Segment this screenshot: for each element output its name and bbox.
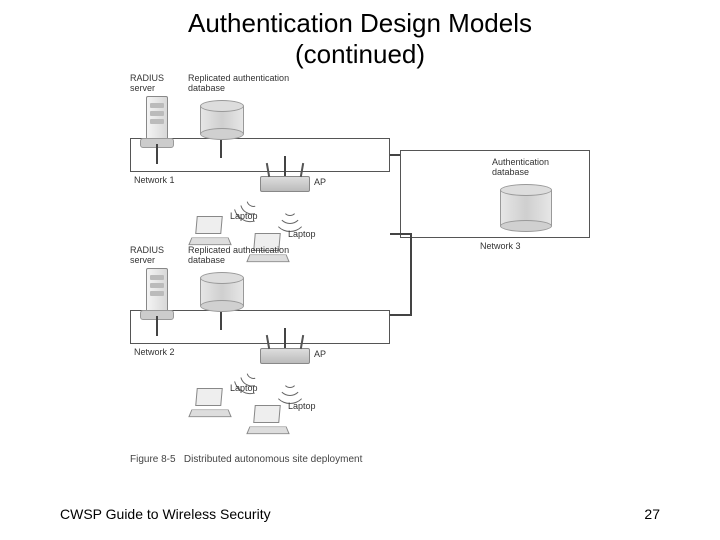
ap-1-label: AP [314,178,326,188]
auth-db-label: Authenticationdatabase [492,158,549,178]
connector-line [156,144,158,164]
connector-line [410,233,412,316]
connector-line [156,316,158,336]
connector-line [220,140,222,158]
replicated-db-1-icon [200,100,244,140]
laptop-2b-icon [248,405,288,435]
connector-line [390,154,400,156]
radius-server-2-label: RADIUSserver [130,246,164,266]
figure-caption-text: Distributed autonomous site deployment [184,454,362,465]
slide-title: Authentication Design Models (continued) [0,0,720,70]
laptop-1b-label: Laptop [288,230,316,240]
connector-line [220,312,222,330]
footer-source: CWSP Guide to Wireless Security [60,506,271,522]
figure-caption: Figure 8-5 Distributed autonomous site d… [130,454,362,465]
replicated-db-2-label: Replicated authenticationdatabase [188,246,289,266]
auth-db-icon [500,184,552,232]
title-line-2: (continued) [295,39,425,69]
laptop-2b-label: Laptop [288,402,316,412]
replicated-db-2-icon [200,272,244,312]
ap-2-icon [260,348,310,364]
network-3-label: Network 3 [480,242,521,252]
radius-server-2-icon [146,268,168,316]
figure-diagram: Network 1 RADIUSserver Replicated authen… [130,78,600,488]
title-line-1: Authentication Design Models [188,8,532,38]
figure-caption-prefix: Figure 8-5 [130,454,176,465]
radius-server-1-icon [146,96,168,144]
ap-1-icon [260,176,310,192]
laptop-2a-label: Laptop [230,384,258,394]
laptop-2a-icon [190,388,230,418]
laptop-1a-icon [190,216,230,246]
connector-line [390,233,412,235]
connector-line [284,156,286,176]
network-2-label: Network 2 [134,348,175,358]
replicated-db-1-label: Replicated authenticationdatabase [188,74,289,94]
page-number: 27 [644,506,660,522]
laptop-1a-label: Laptop [230,212,258,222]
radius-server-1-label: RADIUSserver [130,74,164,94]
network-1-label: Network 1 [134,176,175,186]
ap-2-label: AP [314,350,326,360]
connector-line [390,314,412,316]
connector-line [284,328,286,348]
